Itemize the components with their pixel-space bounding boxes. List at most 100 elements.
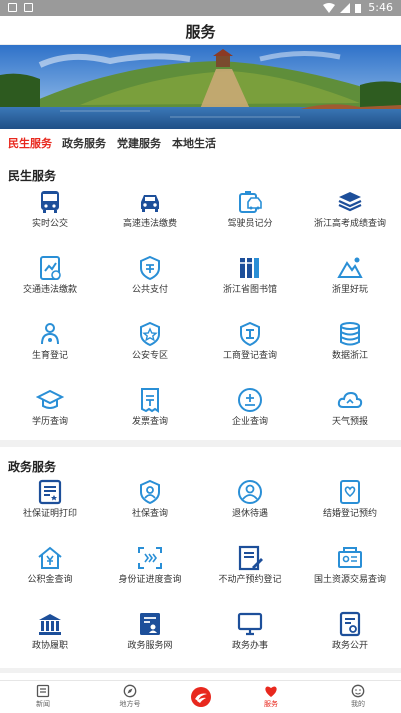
service-social-security-query[interactable]: 社保查询	[100, 478, 200, 520]
service-realtime-bus[interactable]: 实时公交	[0, 188, 100, 230]
heart-service-icon	[265, 686, 277, 697]
service-police-zone[interactable]: 公安专区	[100, 320, 200, 362]
page-title: 服务	[185, 23, 216, 41]
gov-portal-icon	[140, 613, 160, 635]
service-birth-registration[interactable]: 生育登记	[0, 320, 100, 362]
header: 服务	[0, 16, 401, 45]
service-gov-portal[interactable]: 政务服务网	[100, 610, 200, 652]
service-marriage-booking[interactable]: 结婚登记预约	[300, 478, 400, 520]
monitor-icon	[237, 612, 263, 636]
service-label: 数据浙江	[331, 351, 368, 361]
police-badge-icon	[140, 321, 160, 347]
service-retirement[interactable]: 退休待遇	[200, 478, 300, 520]
car-icon	[141, 195, 159, 212]
nav-service[interactable]: 服务	[231, 684, 311, 709]
service-gaokao-score[interactable]: 浙江高考成绩查询	[300, 188, 400, 230]
tab-livelihood[interactable]: 民生服务	[8, 135, 52, 151]
service-label: 工商登记查询	[222, 351, 277, 361]
service-label: 国土资源交易查询	[313, 575, 386, 585]
signal-icon	[340, 3, 350, 13]
service-education-query[interactable]: 学历查询	[0, 386, 100, 428]
print-proof-icon	[38, 479, 62, 505]
bus-icon	[41, 191, 59, 213]
marriage-icon	[340, 480, 360, 504]
banner-image[interactable]	[0, 45, 401, 129]
business-shield-icon	[240, 321, 260, 347]
real-estate-icon	[238, 545, 263, 571]
service-label: 政务服务网	[127, 641, 173, 651]
service-gov-open[interactable]: 政务公开	[300, 610, 400, 652]
system-icons	[323, 3, 361, 13]
birth-icon	[41, 323, 59, 345]
service-label: 不动产预约登记	[218, 575, 282, 585]
service-label: 政务公开	[331, 641, 368, 651]
tab-party-building[interactable]: 党建服务	[117, 135, 161, 151]
service-land-resource[interactable]: 国土资源交易查询	[300, 544, 400, 586]
service-driver-score[interactable]: 驾驶员记分	[200, 188, 300, 230]
nav-profile[interactable]: 我的	[318, 684, 398, 709]
service-label: 公共支付	[131, 285, 168, 295]
status-bar: 5:46	[0, 0, 401, 16]
gov-open-icon	[339, 611, 361, 637]
service-real-estate[interactable]: 不动产预约登记	[200, 544, 300, 586]
service-label: 社保查询	[131, 509, 168, 519]
service-label: 公安专区	[131, 351, 168, 361]
service-data-zhejiang[interactable]: 数据浙江	[300, 320, 400, 362]
housing-fund-icon	[38, 546, 62, 569]
service-label: 发票查询	[131, 417, 168, 427]
nav-label: 地方号	[119, 700, 141, 708]
logo-icon	[191, 687, 211, 707]
service-label: 公积金查询	[27, 575, 73, 585]
service-highway-fine[interactable]: 高速违法缴费	[100, 188, 200, 230]
service-weather[interactable]: 天气预报	[300, 386, 400, 428]
tab-local-life[interactable]: 本地生活	[172, 135, 216, 151]
service-housing-fund[interactable]: 公积金查询	[0, 544, 100, 586]
service-cppcc-duty[interactable]: 政协履职	[0, 610, 100, 652]
nav-label: 新闻	[36, 700, 50, 708]
section-divider	[0, 440, 401, 447]
service-label: 结婚登记预约	[322, 509, 377, 519]
section-title-livelihood: 民生服务	[8, 169, 57, 183]
graduation-cap-icon	[36, 389, 64, 409]
compass-icon	[123, 684, 137, 698]
service-label: 企业查询	[231, 417, 268, 427]
service-label: 身份证进度查询	[118, 575, 182, 585]
service-public-payment[interactable]: 公共支付	[100, 254, 200, 296]
nav-label: 服务	[264, 700, 278, 708]
service-social-security-print[interactable]: 社保证明打印	[0, 478, 100, 520]
service-label: 浙江高考成绩查询	[313, 219, 386, 229]
service-label: 驾驶员记分	[227, 219, 273, 229]
service-traffic-fine[interactable]: 交通违法缴款	[0, 254, 100, 296]
service-label: 学历查询	[31, 417, 68, 427]
service-label: 天气预报	[331, 417, 368, 427]
service-label: 浙江省图书馆	[222, 285, 277, 295]
service-label: 政协履职	[31, 641, 68, 651]
service-gov-affairs[interactable]: 政务办事	[200, 610, 300, 652]
layers-icon	[338, 192, 362, 212]
notification-icon	[24, 3, 33, 12]
nav-local[interactable]: 地方号	[90, 684, 170, 709]
service-id-card-progress[interactable]: 身份证进度查询	[100, 544, 200, 586]
service-enterprise-query[interactable]: 企业查询	[200, 386, 300, 428]
land-resource-icon	[338, 547, 362, 568]
nav-label: 我的	[351, 700, 365, 708]
nav-news[interactable]: 新闻	[3, 684, 83, 709]
service-label: 高速违法缴费	[122, 219, 177, 229]
section-title-government: 政务服务	[8, 460, 57, 474]
invoice-icon	[141, 388, 159, 413]
driver-score-icon	[239, 191, 262, 213]
nav-home-logo[interactable]	[161, 686, 241, 708]
mountain-icon	[337, 257, 363, 278]
battery-icon	[355, 4, 361, 13]
tab-government[interactable]: 政务服务	[62, 135, 106, 151]
service-business-registration[interactable]: 工商登记查询	[200, 320, 300, 362]
news-icon	[36, 684, 50, 698]
category-tabs: 民生服务 政务服务 党建服务 本地生活	[0, 132, 401, 154]
weather-icon	[337, 391, 363, 408]
service-fun-zhejiang[interactable]: 浙里好玩	[300, 254, 400, 296]
service-label: 生育登记	[31, 351, 68, 361]
service-invoice-query[interactable]: 发票查询	[100, 386, 200, 428]
library-icon	[240, 258, 259, 278]
service-provincial-library[interactable]: 浙江省图书馆	[200, 254, 300, 296]
notification-icon	[8, 3, 17, 12]
